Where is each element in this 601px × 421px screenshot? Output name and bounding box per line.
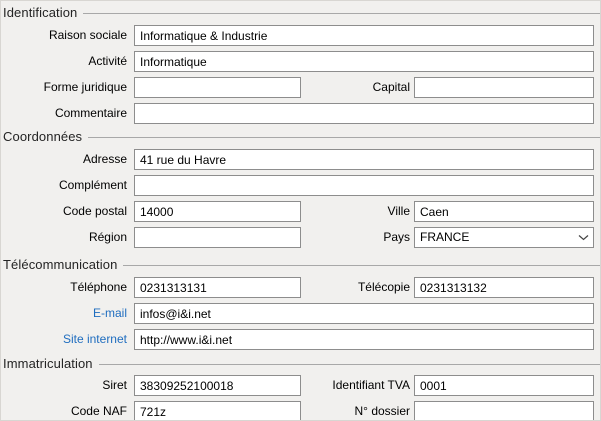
identifiant-tva-input[interactable] xyxy=(414,375,594,396)
form-row-region-pays: Région Pays FRANCE xyxy=(1,227,600,248)
form-row-activite: Activité xyxy=(1,51,600,72)
identification-section-title: Identification xyxy=(3,5,83,20)
coordonnees-section-heading: Coordonnées xyxy=(1,128,600,145)
form-row-code-naf-dossier: Code NAF N° dossier xyxy=(1,401,600,421)
siret-input[interactable] xyxy=(134,375,301,396)
telecommunication-section-title: Télécommunication xyxy=(3,257,123,272)
section-coordonnees: Coordonnées Adresse Complément Code post… xyxy=(1,128,600,248)
company-form: Identification Raison sociale Activité F… xyxy=(0,0,601,421)
forme-juridique-input[interactable] xyxy=(134,77,301,98)
section-divider xyxy=(123,265,600,266)
region-label: Région xyxy=(1,227,131,248)
form-row-commentaire: Commentaire xyxy=(1,103,600,124)
telephone-input[interactable] xyxy=(134,277,301,298)
section-divider xyxy=(88,137,600,138)
capital-label: Capital xyxy=(301,77,414,98)
region-input[interactable] xyxy=(134,227,301,248)
email-label-link[interactable]: E-mail xyxy=(1,303,131,324)
chevron-down-icon xyxy=(578,234,589,241)
section-divider xyxy=(83,13,600,14)
telecommunication-section-heading: Télécommunication xyxy=(1,256,600,273)
section-immatriculation: Immatriculation Siret Identifiant TVA Co… xyxy=(1,355,600,421)
site-internet-input[interactable] xyxy=(134,329,594,350)
num-dossier-label: N° dossier xyxy=(301,401,414,421)
pays-label: Pays xyxy=(301,227,414,248)
raison-sociale-input[interactable] xyxy=(134,25,594,46)
code-postal-input[interactable] xyxy=(134,201,301,222)
form-row-code-postal-ville: Code postal Ville xyxy=(1,201,600,222)
coordonnees-section-title: Coordonnées xyxy=(3,129,88,144)
adresse-label: Adresse xyxy=(1,149,131,170)
siret-label: Siret xyxy=(1,375,131,396)
code-naf-label: Code NAF xyxy=(1,401,131,421)
commentaire-label: Commentaire xyxy=(1,103,131,124)
commentaire-input[interactable] xyxy=(134,103,594,124)
code-postal-label: Code postal xyxy=(1,201,131,222)
email-input[interactable] xyxy=(134,303,594,324)
form-row-telephone-telecopie: Téléphone Télécopie xyxy=(1,277,600,298)
adresse-input[interactable] xyxy=(134,149,594,170)
immatriculation-section-heading: Immatriculation xyxy=(1,355,600,372)
capital-input[interactable] xyxy=(414,77,594,98)
pays-select[interactable]: FRANCE xyxy=(414,227,594,248)
ville-input[interactable] xyxy=(414,201,594,222)
form-row-adresse: Adresse xyxy=(1,149,600,170)
section-telecommunication: Télécommunication Téléphone Télécopie E-… xyxy=(1,256,600,350)
immatriculation-section-title: Immatriculation xyxy=(3,356,99,371)
site-internet-label-link[interactable]: Site internet xyxy=(1,329,131,350)
raison-sociale-label: Raison sociale xyxy=(1,25,131,46)
telecopie-input[interactable] xyxy=(414,277,594,298)
section-identification: Identification Raison sociale Activité F… xyxy=(1,4,600,124)
form-row-siret-tva: Siret Identifiant TVA xyxy=(1,375,600,396)
identification-section-heading: Identification xyxy=(1,4,600,21)
complement-input[interactable] xyxy=(134,175,594,196)
activite-label: Activité xyxy=(1,51,131,72)
num-dossier-input[interactable] xyxy=(414,401,594,421)
code-naf-input[interactable] xyxy=(134,401,301,421)
telecopie-label: Télécopie xyxy=(301,277,414,298)
form-row-complement: Complément xyxy=(1,175,600,196)
ville-label: Ville xyxy=(301,201,414,222)
section-divider xyxy=(99,364,600,365)
form-row-site-internet: Site internet xyxy=(1,329,600,350)
form-row-email: E-mail xyxy=(1,303,600,324)
activite-input[interactable] xyxy=(134,51,594,72)
form-row-raison-sociale: Raison sociale xyxy=(1,25,600,46)
form-row-forme-juridique-capital: Forme juridique Capital xyxy=(1,77,600,98)
pays-selected-value: FRANCE xyxy=(420,228,578,247)
identifiant-tva-label: Identifiant TVA xyxy=(301,375,414,396)
telephone-label: Téléphone xyxy=(1,277,131,298)
complement-label: Complément xyxy=(1,175,131,196)
forme-juridique-label: Forme juridique xyxy=(1,77,131,98)
